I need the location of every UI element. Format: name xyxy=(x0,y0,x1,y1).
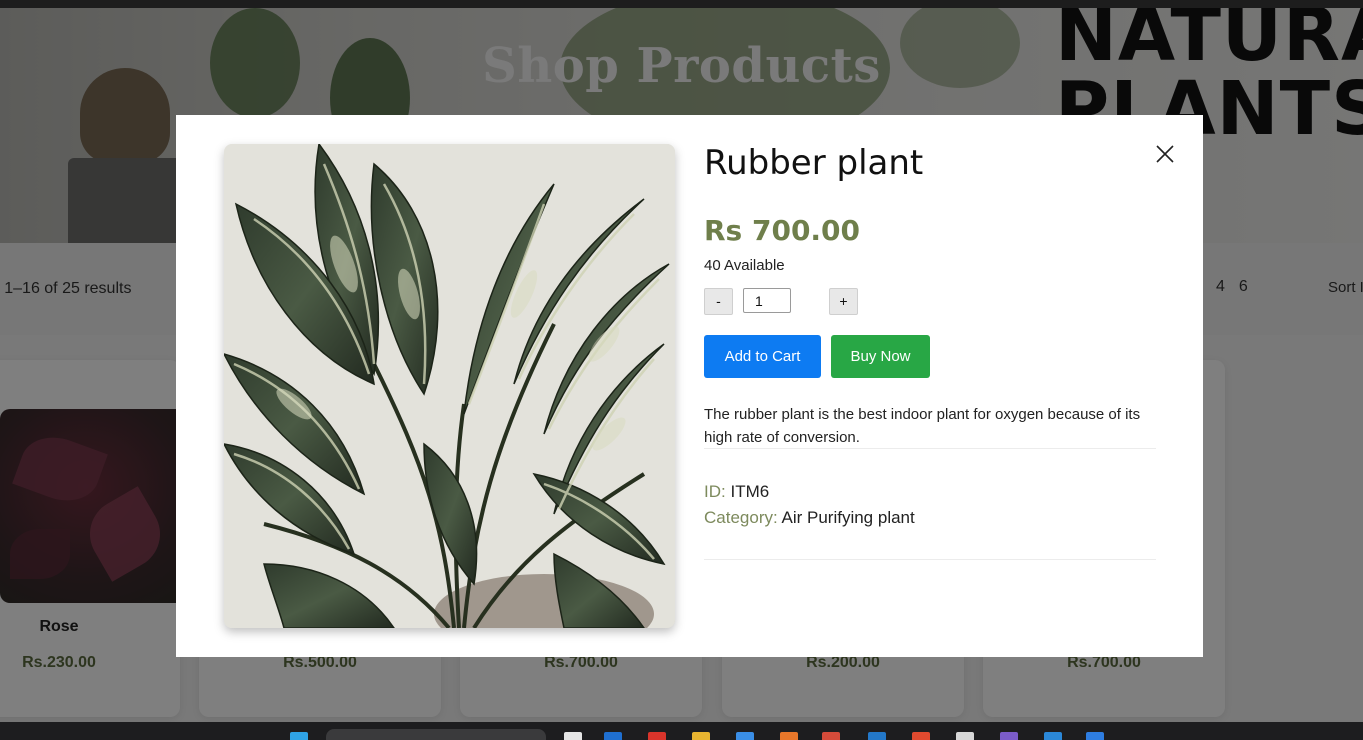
quick-view-modal: Rubber plant Rs 700.00 40 Available - + … xyxy=(176,115,1203,657)
stock-availability: 40 Available xyxy=(704,257,785,274)
quantity-increment-button[interactable]: + xyxy=(829,288,858,315)
app-icon[interactable] xyxy=(912,732,930,740)
calendar-icon[interactable] xyxy=(736,732,754,740)
quantity-input[interactable] xyxy=(743,288,791,313)
app-icon[interactable] xyxy=(1044,732,1062,740)
product-category-row: Category: Air Purifying plant xyxy=(704,508,915,528)
variegated-leaf-illustration xyxy=(224,144,675,628)
buy-now-button[interactable]: Buy Now xyxy=(831,335,930,378)
add-to-cart-button[interactable]: Add to Cart xyxy=(704,335,821,378)
taskbar-search[interactable] xyxy=(326,729,546,740)
product-id-label: ID: xyxy=(704,482,726,501)
app-icon[interactable] xyxy=(822,732,840,740)
product-category-value[interactable]: Air Purifying plant xyxy=(782,508,915,527)
edge-icon[interactable] xyxy=(604,732,622,740)
product-image xyxy=(224,144,675,628)
file-icon[interactable] xyxy=(564,732,582,740)
os-taskbar xyxy=(0,722,1363,740)
product-price: Rs 700.00 xyxy=(704,214,861,247)
folder-icon[interactable] xyxy=(692,732,710,740)
app-icon[interactable] xyxy=(1086,732,1104,740)
divider xyxy=(704,448,1156,449)
notepad-icon[interactable] xyxy=(956,732,974,740)
quantity-decrement-button[interactable]: - xyxy=(704,288,733,315)
product-id-value: ITM6 xyxy=(730,482,770,501)
close-button[interactable] xyxy=(1152,141,1178,167)
browser-icon[interactable] xyxy=(648,732,666,740)
start-icon[interactable] xyxy=(290,732,308,740)
product-id-row: ID: ITM6 xyxy=(704,482,769,502)
divider xyxy=(704,559,1156,560)
product-title: Rubber plant xyxy=(704,143,924,183)
app-icon[interactable] xyxy=(780,732,798,740)
vscode-icon[interactable] xyxy=(868,732,886,740)
product-description: The rubber plant is the best indoor plan… xyxy=(704,406,1141,446)
product-category-label: Category: xyxy=(704,508,778,527)
visual-studio-icon[interactable] xyxy=(1000,732,1018,740)
close-icon xyxy=(1156,145,1174,163)
